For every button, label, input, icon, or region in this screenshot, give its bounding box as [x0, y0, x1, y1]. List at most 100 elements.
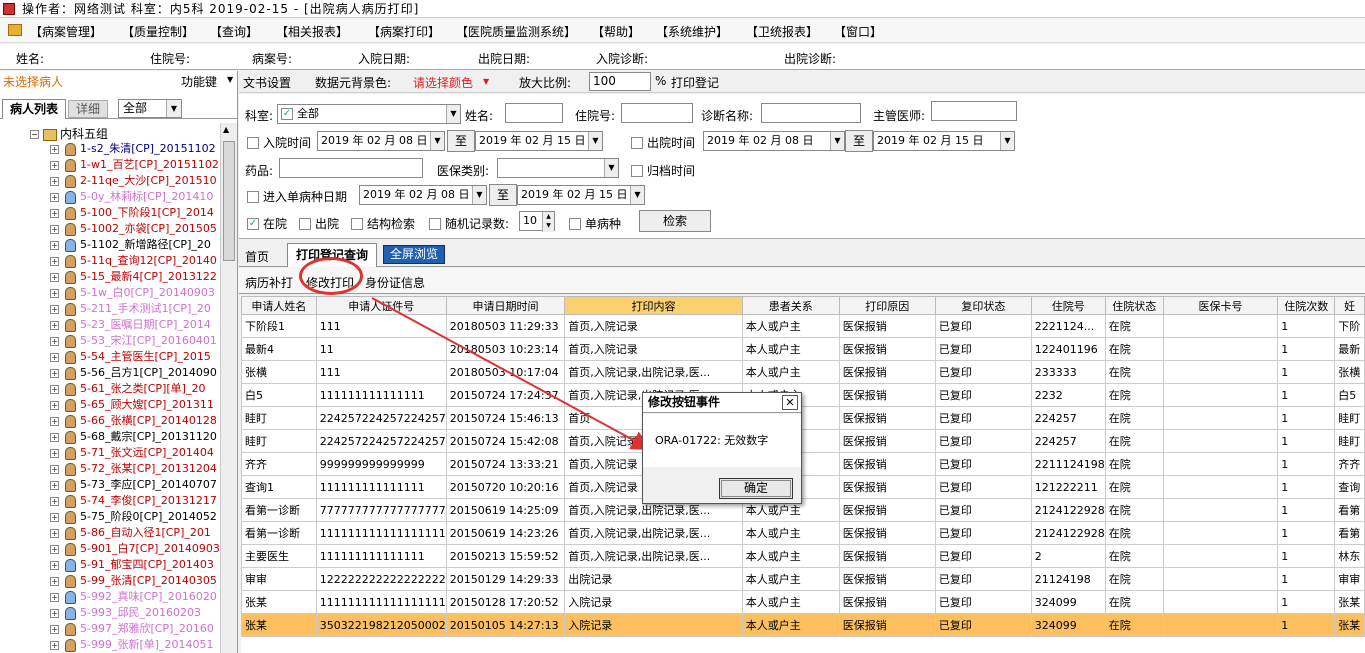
- chevron-down-icon[interactable]: ▼: [446, 105, 460, 123]
- menu-app-icon[interactable]: [8, 24, 22, 36]
- column-header[interactable]: 复印状态: [934, 296, 1032, 315]
- tree-patient-item[interactable]: +5-999_张新[单]_2014051: [50, 637, 214, 653]
- tab-detail[interactable]: 详细: [68, 100, 108, 118]
- admit-date-from[interactable]: 2019 年 02 月 08 日 ▼: [317, 131, 445, 151]
- tree-patient-item[interactable]: +5-66_张横[CP]_20140128: [50, 413, 217, 429]
- search-button[interactable]: 检索: [639, 210, 711, 232]
- column-header[interactable]: 住院次数: [1277, 296, 1336, 315]
- tree-patient-item[interactable]: +5-901_白7[CP]_20140903: [50, 541, 220, 557]
- drug-input[interactable]: [279, 158, 423, 178]
- single-disease-date-to[interactable]: 2019 年 02 月 15 日 ▼: [517, 185, 645, 205]
- tree-patient-item[interactable]: +5-1w_白0[CP]_20140903: [50, 285, 215, 301]
- tree-patient-item[interactable]: +5-73_李应[CP]_20140707: [50, 477, 217, 493]
- column-header[interactable]: 打印原因: [838, 296, 936, 315]
- table-row[interactable]: 张横 111 20180503 10:17:04 首页,入院记录,出院记录,医... 本…: [241, 360, 1365, 384]
- menu-window[interactable]: 【窗口】: [834, 23, 882, 40]
- tree-patient-item[interactable]: +5-54_主管医生[CP]_2015: [50, 349, 211, 365]
- expand-icon[interactable]: +: [50, 640, 59, 650]
- tree-patient-item[interactable]: +5-1102_新增路径[CP]_20: [50, 237, 211, 253]
- tree-patient-item[interactable]: +5-23_医嘱日期[CP]_2014: [50, 317, 211, 333]
- tree-patient-item[interactable]: +5-53_宋江[CP]_20160401: [50, 333, 217, 349]
- chevron-down-icon[interactable]: ▼: [472, 186, 486, 204]
- tree-patient-item[interactable]: +5-91_郁宝四[CP]_201403: [50, 557, 214, 573]
- tree-patient-item[interactable]: +5-71_张文远[CP]_201404: [50, 445, 214, 461]
- tab-patient-list[interactable]: 病人列表: [2, 99, 66, 119]
- expand-icon[interactable]: +: [50, 400, 59, 410]
- chevron-down-icon[interactable]: ▼: [430, 132, 444, 150]
- expand-icon[interactable]: +: [50, 288, 59, 298]
- print-register-button[interactable]: 打印登记: [671, 74, 719, 91]
- tree-patient-item[interactable]: +5-99_张清[CP]_20140305: [50, 573, 217, 589]
- close-icon[interactable]: ✕: [782, 395, 798, 410]
- tree-patient-item[interactable]: +5-74_李俊[CP]_20131217: [50, 493, 217, 509]
- discharge-time-checkbox[interactable]: [631, 137, 643, 149]
- expand-icon[interactable]: +: [50, 560, 59, 570]
- menu-quality-monitoring[interactable]: 【医院质量监测系统】: [456, 23, 576, 40]
- structure-search-checkbox[interactable]: [351, 218, 363, 230]
- discharged-checkbox[interactable]: [299, 218, 311, 230]
- function-key-button[interactable]: 功能键: [181, 73, 217, 90]
- insurance-select[interactable]: ▼: [497, 158, 619, 178]
- tree-patient-item[interactable]: +5-0y_林莉标[CP]_201410: [50, 189, 213, 205]
- expand-icon[interactable]: +: [50, 304, 59, 314]
- inpatient-no-input[interactable]: [621, 103, 693, 123]
- expand-icon[interactable]: +: [50, 464, 59, 474]
- table-row[interactable]: 齐齐 999999999999999 20150724 13:33:21 首页,入院记…: [241, 452, 1365, 476]
- expand-icon[interactable]: +: [50, 240, 59, 250]
- tree-patient-item[interactable]: +5-211_手术测试1[CP]_20: [50, 301, 211, 317]
- table-row[interactable]: 下阶段1 111 20180503 11:29:33 首页,入院记录 本人或户主 医保报销…: [241, 314, 1365, 338]
- menu-query[interactable]: 【查询】: [210, 23, 258, 40]
- patient-filter-select[interactable]: 全部 ▼: [118, 99, 182, 118]
- expand-icon[interactable]: +: [50, 272, 59, 282]
- expand-icon[interactable]: +: [50, 368, 59, 378]
- expand-icon[interactable]: +: [50, 144, 59, 154]
- column-header[interactable]: 打印内容: [564, 296, 743, 315]
- tree-patient-item[interactable]: +5-992_真味[CP]_2016020: [50, 589, 217, 605]
- chevron-down-icon[interactable]: ▼: [166, 100, 181, 117]
- expand-icon[interactable]: +: [50, 384, 59, 394]
- column-header[interactable]: 申请人姓名: [241, 296, 317, 315]
- admit-time-checkbox[interactable]: [247, 137, 259, 149]
- expand-icon[interactable]: +: [50, 528, 59, 538]
- expand-icon[interactable]: +: [50, 256, 59, 266]
- tree-patient-item[interactable]: +5-993_邱民_20160203: [50, 605, 201, 621]
- random-checkbox[interactable]: [429, 218, 441, 230]
- admit-date-to[interactable]: 2019 年 02 月 15 日 ▼: [475, 131, 603, 151]
- doctor-input[interactable]: [931, 101, 1017, 121]
- chevron-down-icon[interactable]: ▼: [588, 132, 602, 150]
- single-disease-checkbox[interactable]: [569, 218, 581, 230]
- scrollbar-thumb[interactable]: [223, 141, 235, 261]
- menu-case-management[interactable]: 【病案管理】: [30, 23, 102, 40]
- dept-select[interactable]: ✓ 全部 ▼: [277, 104, 461, 124]
- table-row[interactable]: 查询1 111111111111111 20150720 10:20:16 首页,入院…: [241, 475, 1365, 499]
- expand-icon[interactable]: +: [50, 512, 59, 522]
- expand-icon[interactable]: +: [50, 592, 59, 602]
- scroll-up-icon[interactable]: ▲: [223, 125, 229, 134]
- tree-patient-item[interactable]: +5-15_最新4[CP]_2013122: [50, 269, 217, 285]
- zoom-input[interactable]: 100: [589, 72, 651, 91]
- column-header[interactable]: 妊: [1334, 296, 1365, 315]
- table-row[interactable]: 张某 111111111111111111 20150128 17:20:52 入院记…: [241, 590, 1365, 614]
- expand-icon[interactable]: +: [50, 336, 59, 346]
- tab-home[interactable]: 首页: [245, 248, 269, 265]
- name-input[interactable]: [505, 103, 563, 123]
- chevron-down-icon[interactable]: ▼: [604, 159, 618, 177]
- chevron-down-icon[interactable]: ▼: [830, 132, 844, 150]
- discharge-date-to[interactable]: 2019 年 02 月 15 日 ▼: [873, 131, 1015, 151]
- table-row[interactable]: 看第一诊断 111111111111111111 20150619 14:23:26…: [241, 521, 1365, 545]
- expand-icon[interactable]: +: [50, 576, 59, 586]
- expand-icon[interactable]: +: [50, 192, 59, 202]
- bg-color-select[interactable]: 请选择颜色: [413, 74, 473, 91]
- id-card-info-button[interactable]: 身份证信息: [365, 274, 425, 291]
- menu-system-maintenance[interactable]: 【系统维护】: [656, 23, 728, 40]
- tree-patient-item[interactable]: +5-68_戴宗[CP]_20131120: [50, 429, 217, 445]
- table-row[interactable]: 看第一诊断 777777777777777777 20150619 14:25:09…: [241, 498, 1365, 522]
- chevron-down-icon[interactable]: ▼: [227, 75, 233, 84]
- table-row[interactable]: 主要医生 111111111111111 20150213 15:59:52 首页,入…: [241, 544, 1365, 568]
- expand-icon[interactable]: +: [50, 608, 59, 618]
- tree-patient-item[interactable]: +1-w1_百艺[CP]_20151102: [50, 157, 219, 173]
- column-header[interactable]: 住院状态: [1104, 296, 1164, 315]
- chevron-down-icon[interactable]: ▼: [483, 77, 489, 86]
- column-header[interactable]: 申请人证件号: [315, 296, 447, 315]
- tree-patient-item[interactable]: +5-11q_查询12[CP]_20140: [50, 253, 217, 269]
